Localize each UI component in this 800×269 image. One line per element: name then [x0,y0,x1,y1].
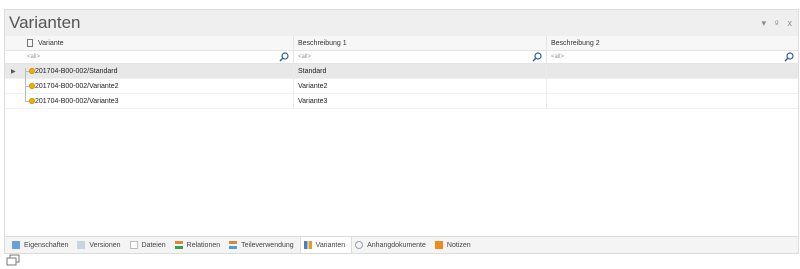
cell-beschreibung1: Variante3 [294,94,547,108]
relations-icon [174,241,183,249]
table-row[interactable]: 201704-B00-002/Variante2 Variante2 [5,79,798,94]
variant-key-icon [29,98,35,104]
tab-label: Varianten [315,241,346,249]
filter-placeholder: <all> [298,54,312,60]
cell-beschreibung2 [547,64,798,78]
variants-grid: Variante Beschreibung 1 Beschreibung 2 <… [5,36,798,109]
files-icon [129,241,138,249]
cell-beschreibung1: Variante2 [294,79,547,93]
variant-key-icon [29,83,35,89]
tab-anhangdokumente[interactable]: Anhangdokumente [352,237,432,253]
variante-text: 201704-B00-002/Variante3 [35,97,119,105]
tab-label: Versionen [89,241,121,249]
notes-icon [434,241,443,249]
window-controls: ▾ ᵍ x [762,18,792,29]
variants-icon [303,241,312,249]
variant-key-icon [29,68,35,74]
beschreibung1-text: Standard [298,67,327,75]
column-header-row: Variante Beschreibung 1 Beschreibung 2 [5,36,798,51]
column-header-label: Beschreibung 1 [298,39,347,47]
tree-line [25,68,26,79]
column-header-beschreibung1[interactable]: Beschreibung 1 [294,36,547,50]
cell-variante: ▶ 201704-B00-002/Standard [5,64,294,79]
tab-label: Anhangdokumente [367,241,426,249]
search-icon[interactable] [532,52,542,62]
document-icon [27,39,33,47]
attachment-icon [355,241,364,249]
cell-beschreibung2 [547,94,798,108]
variante-text: 201704-B00-002/Standard [35,67,118,75]
panel-titlebar: Varianten ▾ ᵍ x [5,10,798,36]
varianten-panel: Varianten ▾ ᵍ x Variante Beschreibung 1 … [4,9,799,254]
tab-label: Relationen [186,241,221,249]
properties-icon [12,241,20,249]
beschreibung1-text: Variante3 [298,97,328,105]
restore-window-icon[interactable] [6,254,20,266]
close-icon[interactable]: x [788,18,793,29]
tab-dateien[interactable]: Dateien [127,237,172,253]
tab-varianten[interactable]: Varianten [299,237,353,253]
bottom-tab-bar: Eigenschaften Versionen Dateien Relation… [5,236,798,253]
filter-variante[interactable]: <all> [5,51,294,63]
expand-arrow-icon[interactable]: ▶ [11,68,16,75]
usage-icon [229,241,238,249]
search-icon[interactable] [784,52,794,62]
tab-label: Dateien [141,241,166,249]
versions-icon [77,241,86,249]
tab-notizen[interactable]: Notizen [432,237,477,253]
column-header-label: Variante [38,39,64,47]
pin-icon[interactable]: ᵍ [775,18,778,29]
cell-variante: 201704-B00-002/Variante3 [5,94,294,108]
cell-beschreibung1: Standard [294,64,547,78]
column-header-variante[interactable]: Variante [5,36,294,50]
tab-eigenschaften[interactable]: Eigenschaften [9,237,74,253]
cell-variante: 201704-B00-002/Variante2 [5,79,294,94]
filter-placeholder: <all> [551,54,565,60]
table-row[interactable]: 201704-B00-002/Variante3 Variante3 [5,94,798,109]
dropdown-icon[interactable]: ▾ [762,18,767,29]
table-row[interactable]: ▶ 201704-B00-002/Standard Standard [5,64,798,79]
tab-label: Eigenschaften [24,241,69,249]
column-header-label: Beschreibung 2 [551,39,600,47]
tab-teileverwendung[interactable]: Teileverwendung [226,237,300,253]
filter-placeholder: <all> [27,54,41,60]
column-header-beschreibung2[interactable]: Beschreibung 2 [547,36,798,50]
panel-title: Varianten [9,13,81,32]
tab-label: Teileverwendung [241,241,294,249]
filter-beschreibung1[interactable]: <all> [294,51,547,63]
tab-relationen[interactable]: Relationen [172,237,226,253]
search-icon[interactable] [279,52,289,62]
filter-beschreibung2[interactable]: <all> [547,51,798,63]
tab-label: Notizen [446,241,471,249]
filter-row: <all> <all> <all> [5,51,798,64]
variante-text: 201704-B00-002/Variante2 [35,82,119,90]
beschreibung1-text: Variante2 [298,82,328,90]
cell-beschreibung2 [547,79,798,93]
tab-versionen[interactable]: Versionen [74,237,126,253]
